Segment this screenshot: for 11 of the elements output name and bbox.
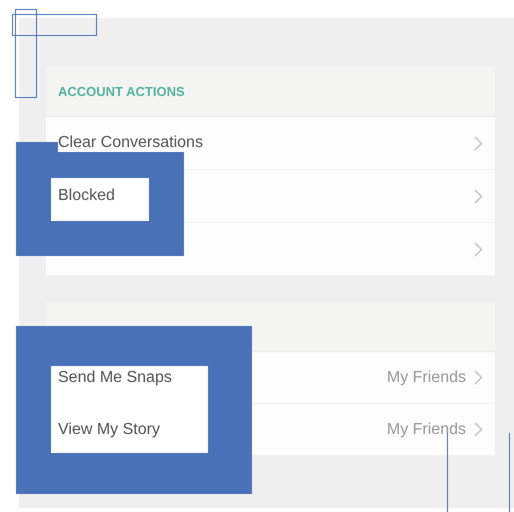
chevron-icon [474, 370, 483, 385]
chevron-icon [474, 188, 483, 204]
row-value: My Friends [386, 368, 466, 386]
row-label: Send Me Snaps [58, 368, 172, 386]
chevron-icon [474, 242, 483, 256]
chevron-icon [474, 422, 483, 437]
row-label: Clear Conversations [58, 134, 203, 152]
row-value: My Friends [386, 420, 466, 438]
chevron-icon [474, 136, 483, 150]
section-title: ACCOUNT ACTIONS [58, 84, 185, 99]
row-label: View My Story [58, 420, 160, 438]
